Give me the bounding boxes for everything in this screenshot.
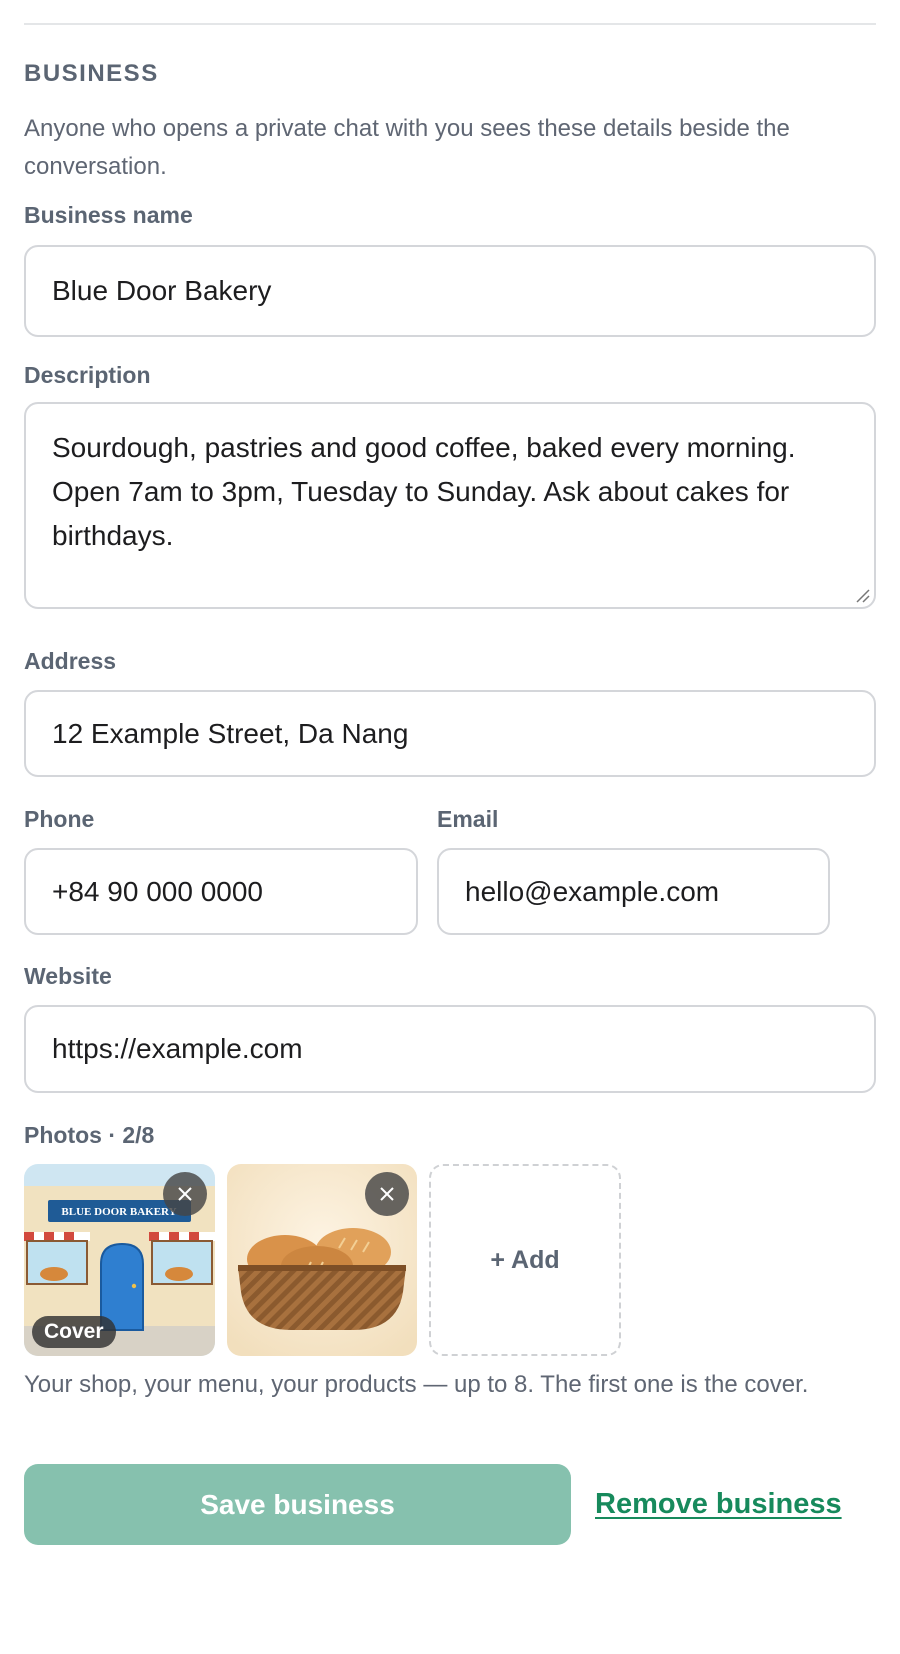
photo-grid: BLUE DOOR BAKERY Cover + Add — [24, 1164, 621, 1356]
phone-label: Phone — [24, 806, 95, 832]
cover-badge: Cover — [32, 1316, 116, 1348]
email-value: hello@example.com — [465, 875, 720, 907]
address-value: 12 Example Street, Da Nang — [52, 717, 409, 749]
save-business-button[interactable]: Save business — [24, 1464, 571, 1545]
address-input[interactable]: 12 Example Street, Da Nang — [24, 690, 876, 777]
resize-grip-icon[interactable] — [854, 587, 870, 603]
shop-sign-text: BLUE DOOR BAKERY — [61, 1206, 176, 1218]
photos-hint: Your shop, your menu, your products — up… — [24, 1371, 809, 1398]
remove-photo-button[interactable] — [163, 1172, 207, 1216]
website-value: https://example.com — [52, 1033, 303, 1064]
business-name-value: Blue Door Bakery — [52, 275, 272, 306]
phone-value: +84 90 000 0000 — [52, 875, 263, 907]
photo-thumbnail[interactable] — [227, 1164, 417, 1356]
business-name-input[interactable]: Blue Door Bakery — [24, 245, 876, 337]
email-label: Email — [437, 806, 499, 832]
remove-photo-button[interactable] — [365, 1172, 409, 1216]
address-label: Address — [24, 648, 117, 674]
close-icon — [380, 1187, 394, 1201]
remove-business-link[interactable]: Remove business — [595, 1488, 842, 1521]
website-label: Website — [24, 963, 112, 989]
business-settings-page: BUSINESS Anyone who opens a private chat… — [0, 0, 900, 1654]
website-input[interactable]: https://example.com — [24, 1005, 876, 1093]
description-label: Description — [24, 362, 151, 388]
top-divider — [24, 23, 876, 25]
business-name-label: Business name — [24, 202, 193, 228]
add-photo-label: + Add — [490, 1245, 560, 1274]
phone-input[interactable]: +84 90 000 0000 — [24, 848, 418, 935]
close-icon — [178, 1187, 192, 1201]
description-value: Sourdough, pastries and good coffee, bak… — [52, 432, 796, 551]
add-photo-button[interactable]: + Add — [429, 1164, 621, 1356]
section-title: BUSINESS — [24, 60, 159, 87]
photo-thumbnail-cover[interactable]: BLUE DOOR BAKERY Cover — [24, 1164, 215, 1356]
photos-label: Photos · 2/8 — [24, 1122, 155, 1148]
description-textarea[interactable]: Sourdough, pastries and good coffee, bak… — [24, 402, 876, 609]
email-input[interactable]: hello@example.com — [437, 848, 830, 935]
section-description: Anyone who opens a private chat with you… — [24, 115, 790, 180]
